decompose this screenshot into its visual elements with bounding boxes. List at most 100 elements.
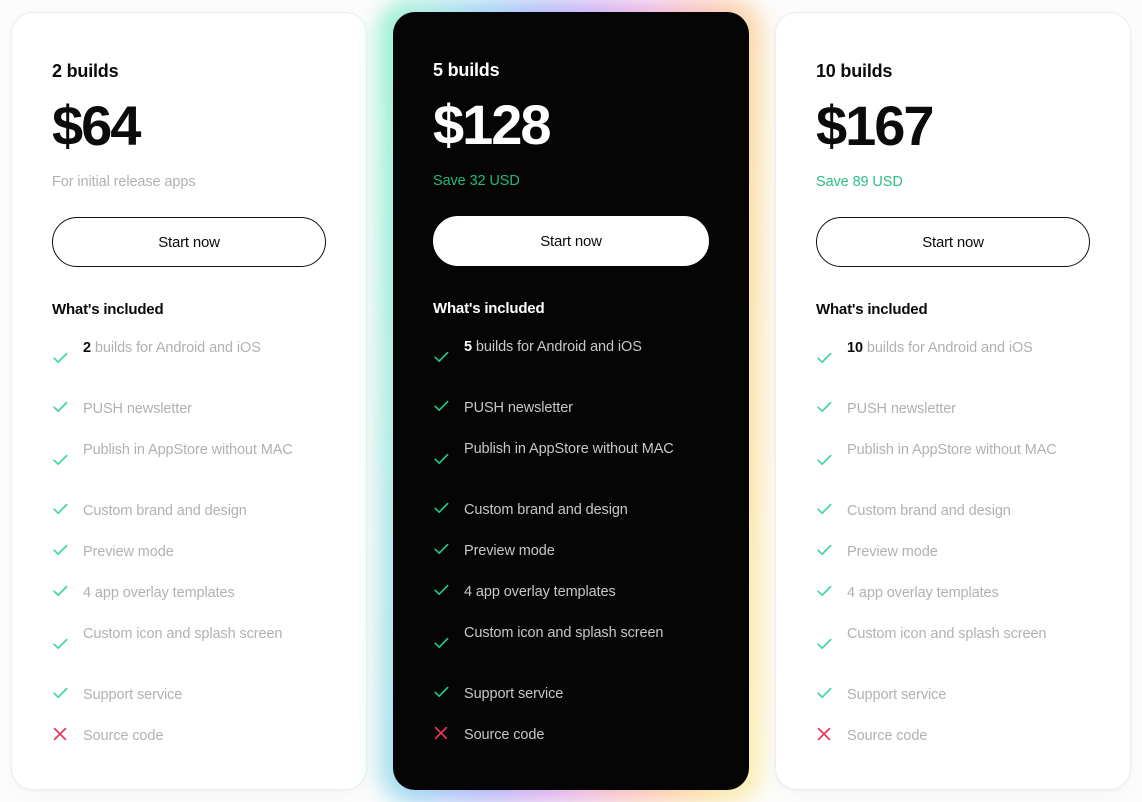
included-heading: What's included xyxy=(816,301,928,318)
check-icon xyxy=(433,498,449,518)
start-now-button[interactable]: Start now xyxy=(52,217,326,267)
feature-emphasis: 2 xyxy=(83,340,91,356)
feature-row: Source code xyxy=(52,724,326,748)
feature-text: Support service xyxy=(83,687,183,703)
feature-row: 4 app overlay templates xyxy=(816,581,1090,605)
feature-row: Custom icon and splash screen xyxy=(52,622,326,666)
plan-5-builds: 5 builds $128 Save 32 USD Start now What's i… xyxy=(393,12,749,790)
plan-subtitle: Save 32 USD xyxy=(433,173,520,189)
check-icon xyxy=(52,438,68,482)
feature-label: Support service xyxy=(847,683,946,707)
feature-text: builds for Android and iOS xyxy=(862,340,1033,356)
feature-text: PUSH newsletter xyxy=(464,400,573,416)
feature-label: Preview mode xyxy=(464,539,555,563)
check-icon xyxy=(52,581,68,601)
feature-label: Custom brand and design xyxy=(83,499,247,523)
feature-row: Source code xyxy=(816,724,1090,748)
feature-label: PUSH newsletter xyxy=(847,397,956,421)
feature-text: Source code xyxy=(83,728,164,744)
plan-subtitle: For initial release apps xyxy=(52,174,196,190)
check-icon xyxy=(816,499,832,519)
feature-label: Support service xyxy=(83,683,182,707)
check-icon xyxy=(52,397,68,417)
check-icon xyxy=(816,540,832,560)
check-icon xyxy=(433,396,449,416)
check-icon xyxy=(816,336,832,380)
check-icon xyxy=(52,336,68,380)
feature-row: Custom brand and design xyxy=(52,499,326,523)
feature-label: PUSH newsletter xyxy=(464,396,573,420)
feature-row: Custom brand and design xyxy=(816,499,1090,523)
check-icon xyxy=(816,683,832,703)
feature-text: Support service xyxy=(464,686,564,702)
feature-text: PUSH newsletter xyxy=(83,401,192,417)
feature-row: Preview mode xyxy=(816,540,1090,564)
feature-text: Support service xyxy=(847,687,947,703)
feature-list: 10 builds for Android and iOS PUSH newsle… xyxy=(816,336,1090,765)
feature-text: builds for Android and iOS xyxy=(90,340,261,356)
start-now-button[interactable]: Start now xyxy=(816,217,1090,267)
check-icon xyxy=(52,683,68,703)
feature-list: 5 builds for Android and iOS PUSH newslet… xyxy=(433,335,709,764)
feature-emphasis: 10 xyxy=(847,340,863,356)
check-icon xyxy=(433,621,449,665)
feature-label: 4 app overlay templates xyxy=(464,580,616,604)
feature-row: 4 app overlay templates xyxy=(433,580,709,604)
feature-row: Support service xyxy=(52,683,326,707)
feature-label: Preview mode xyxy=(847,540,938,564)
feature-row: Custom icon and splash screen xyxy=(433,621,709,665)
feature-text: Preview mode xyxy=(464,543,555,559)
feature-label: 4 app overlay templates xyxy=(83,581,235,605)
feature-text: 4 app overlay templates xyxy=(83,585,235,601)
check-icon xyxy=(52,540,68,560)
feature-label: Preview mode xyxy=(83,540,174,564)
feature-row: 10 builds for Android and iOS xyxy=(816,336,1090,380)
plan-price: $64 xyxy=(52,94,141,157)
check-icon xyxy=(433,437,449,481)
feature-text: Custom brand and design xyxy=(83,503,247,519)
feature-label: Publish in AppStore without MAC xyxy=(847,438,1057,462)
start-now-button[interactable]: Start now xyxy=(433,216,709,266)
feature-label: Custom icon and splash screen xyxy=(464,621,664,645)
feature-label: 5 builds for Android and iOS xyxy=(464,335,642,359)
included-heading: What's included xyxy=(52,301,164,318)
feature-label: Custom brand and design xyxy=(847,499,1011,523)
plan-subtitle: Save 89 USD xyxy=(816,174,903,190)
feature-row: Custom icon and splash screen xyxy=(816,622,1090,666)
feature-text: Source code xyxy=(464,727,545,743)
feature-label: PUSH newsletter xyxy=(83,397,192,421)
plan-2-builds: 2 builds $64 For initial release apps Start… xyxy=(11,12,367,790)
feature-text: Custom icon and splash screen xyxy=(847,626,1047,642)
feature-text: Publish in AppStore without MAC xyxy=(847,442,1057,458)
pricing-card-featured: 5 builds $128 Save 32 USD Start now What's i… xyxy=(379,0,763,802)
check-icon xyxy=(433,682,449,702)
feature-text: PUSH newsletter xyxy=(847,401,956,417)
plan-10-builds: 10 builds $167 Save 89 USD Start now What's … xyxy=(775,12,1131,790)
feature-label: Support service xyxy=(464,682,563,706)
check-icon xyxy=(433,335,449,379)
included-heading: What's included xyxy=(433,300,545,317)
check-icon xyxy=(52,622,68,666)
plan-name: 10 builds xyxy=(816,61,893,81)
feature-label: 10 builds for Android and iOS xyxy=(847,336,1033,360)
feature-row: 2 builds for Android and iOS xyxy=(52,336,326,380)
feature-row: Support service xyxy=(433,682,709,706)
feature-row: Support service xyxy=(816,683,1090,707)
check-icon xyxy=(816,581,832,601)
feature-text: 4 app overlay templates xyxy=(847,585,999,601)
check-icon xyxy=(433,580,449,600)
feature-label: Publish in AppStore without MAC xyxy=(464,437,674,461)
feature-text: Preview mode xyxy=(847,544,938,560)
feature-row: Publish in AppStore without MAC xyxy=(816,438,1090,482)
feature-row: Publish in AppStore without MAC xyxy=(52,438,326,482)
feature-row: Custom brand and design xyxy=(433,498,709,522)
feature-text: Custom icon and splash screen xyxy=(83,626,283,642)
feature-text: Publish in AppStore without MAC xyxy=(83,442,293,458)
plan-name: 5 builds xyxy=(433,60,500,80)
feature-row: 5 builds for Android and iOS xyxy=(433,335,709,379)
feature-list: 2 builds for Android and iOS PUSH newslet… xyxy=(52,336,326,765)
feature-text: 4 app overlay templates xyxy=(464,584,616,600)
plan-name: 2 builds xyxy=(52,61,119,81)
check-icon xyxy=(816,397,832,417)
feature-label: Custom icon and splash screen xyxy=(847,622,1047,646)
